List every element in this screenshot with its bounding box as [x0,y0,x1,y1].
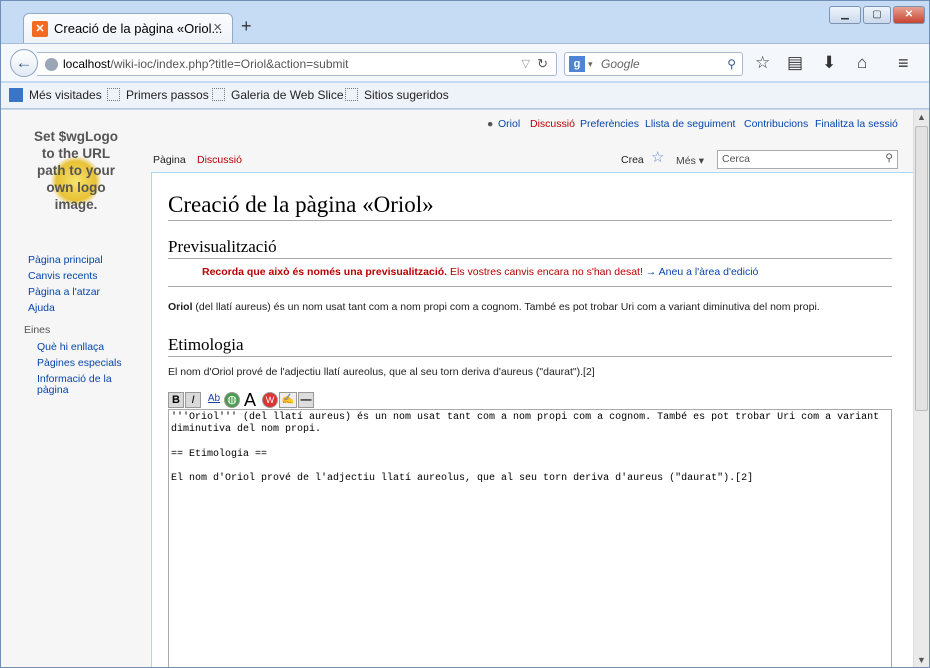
user-icon: ● [487,118,494,130]
bookmark-star-icon[interactable]: ☆ [755,53,770,73]
bookmark-sitios-sugeridos[interactable]: Sitios sugeridos [345,88,449,102]
para-bold-name: Oriol [168,301,193,313]
personal-user[interactable]: Oriol [498,118,520,130]
bookmark-primers-passos[interactable]: Primers passos [107,88,209,102]
page-icon [212,88,225,101]
bookmark-web-slice[interactable]: Galeria de Web Slice [212,88,344,102]
bookmark-most-visited[interactable]: Més visitades [9,88,102,102]
tab-create[interactable]: Crea [621,154,644,166]
maximize-button[interactable]: ▢ [863,6,891,24]
tab-more[interactable]: Més ▾ [676,155,704,167]
bookmarks-icon [9,88,23,102]
sidebar-tools-heading: Eines [24,324,51,336]
personal-logout[interactable]: Finalitza la sessió [815,118,898,130]
url-host: localhost [63,57,111,71]
horizontal-rule-button[interactable]: — [298,392,314,408]
para-text: (del llatí aureus) és un nom usat tant c… [192,301,820,313]
sidebar-item-what-links-here[interactable]: Què hi enllaça [37,341,104,353]
bookmark-label: Galeria de Web Slice [231,88,344,102]
wiki-logo[interactable]: Set $wgLogo to the URL path to your own … [23,128,129,218]
tab-talk[interactable]: Discussió [197,154,242,166]
nowiki-button[interactable]: W [262,392,278,408]
tab-page[interactable]: Pàgina [153,154,186,166]
logo-text-5: image. [54,197,98,212]
search-icon[interactable]: ⚲ [727,53,736,75]
back-button[interactable]: ← [10,49,38,77]
etymology-heading: Etimologia [168,335,892,357]
home-icon[interactable]: ⌂ [857,53,867,73]
navigation-bar: localhost/wiki-ioc/index.php?title=Oriol… [1,43,929,81]
bookmarks-toolbar: Més visitades Primers passos Galeria de … [1,83,929,109]
close-window-button[interactable]: ✕ [893,6,925,24]
page-title: Creació de la pàgina «Oriol» [168,192,892,221]
content-area: Creació de la pàgina «Oriol» Previsualit… [151,172,913,667]
logo-text-2: to the URL [41,146,111,161]
page-icon [345,88,358,101]
preview-heading: Previsualització [168,237,892,259]
tab-title: Creació de la pàgina «Oriol... [54,21,223,36]
sidebar-item-random-page[interactable]: Pàgina a l'atzar [28,286,100,298]
bookmark-label: Sitios sugeridos [364,88,449,102]
signature-button[interactable]: ✍ [279,392,297,408]
minimize-button[interactable]: ▁ [829,6,861,24]
personal-preferences[interactable]: Preferències [580,118,639,130]
heading-button[interactable]: A [241,391,259,409]
search-icon[interactable]: ⚲ [885,152,893,164]
sidebar-item-help[interactable]: Ajuda [28,302,55,314]
watch-star-icon[interactable]: ☆ [651,148,664,166]
scroll-up-icon[interactable]: ▲ [917,112,926,122]
divider [168,286,892,287]
bold-button[interactable]: B [168,392,184,408]
xampp-favicon-icon: ✕ [32,21,48,37]
google-icon[interactable]: g [569,56,585,72]
wikitext-editor[interactable]: '''Oriol''' (del llatí aureus) és un nom… [168,409,892,667]
personal-talk[interactable]: Discussió [530,118,575,130]
sidebar-item-special-pages[interactable]: Pàgines especials [37,357,122,369]
bookmark-label: Més visitades [29,88,102,102]
engine-dropdown-icon[interactable]: ▾ [588,53,593,75]
preview-paragraph-1: Oriol (del llatí aureus) és un nom usat … [168,301,820,313]
url-dropdown-icon[interactable]: ▽ [522,53,530,75]
sidebar-item-recent-changes[interactable]: Canvis recents [28,270,97,282]
close-tab-icon[interactable]: × [213,19,222,36]
page-icon [107,88,120,101]
preview-paragraph-2: El nom d'Oriol prové de l'adjectiu llatí… [168,366,595,378]
url-path: /wiki-ioc/index.php?title=Oriol&action=s… [110,57,349,71]
download-icon[interactable]: ⬇ [822,53,836,73]
external-link-globe-icon[interactable]: ◍ [224,392,240,408]
logo-text-1: Set $wgLogo [34,129,118,144]
wiki-search-input[interactable]: Cerca ⚲ [717,150,898,169]
browser-tab[interactable]: ✕ Creació de la pàgina «Oriol... × [23,13,233,43]
globe-icon [45,58,58,71]
preview-note: Recorda que això és només una previsuali… [202,266,758,278]
wiki-search-placeholder: Cerca [722,153,751,165]
italic-button[interactable]: I [185,392,201,408]
go-to-edit-link[interactable]: → Aneu a l'àrea d'edició [646,266,759,278]
search-box[interactable]: g ▾ Google ⚲ [564,52,743,76]
vertical-scrollbar[interactable]: ▲ ▼ [913,110,929,667]
preview-warning-bold: Recorda que això és només una previsuali… [202,266,448,278]
logo-text-4: own logo [46,180,106,195]
page-viewport: Set $wgLogo to the URL path to your own … [1,110,913,667]
menu-icon[interactable]: ≡ [898,53,909,74]
sidebar-item-page-info-2[interactable]: pàgina [37,384,69,396]
search-placeholder: Google [601,57,640,71]
bookmark-label: Primers passos [126,88,209,102]
internal-link-button[interactable]: Ab [205,392,223,408]
new-tab-icon[interactable]: + [241,16,252,37]
preview-warning-text: Els vostres canvis encara no s'han desat… [447,266,643,278]
personal-watchlist[interactable]: Llista de seguiment [645,118,735,130]
url-bar[interactable]: localhost/wiki-ioc/index.php?title=Oriol… [37,52,557,76]
browser-window: ✕ Creació de la pàgina «Oriol... × + ▁ ▢… [0,0,930,668]
reading-list-icon[interactable]: ▤ [787,53,803,73]
reload-icon[interactable]: ↻ [537,53,548,75]
personal-contributions[interactable]: Contribucions [744,118,808,130]
sidebar-item-main-page[interactable]: Pàgina principal [28,254,103,266]
scrollbar-thumb[interactable] [915,126,928,411]
scroll-down-icon[interactable]: ▼ [917,655,926,665]
logo-text-3: path to your [37,163,115,178]
